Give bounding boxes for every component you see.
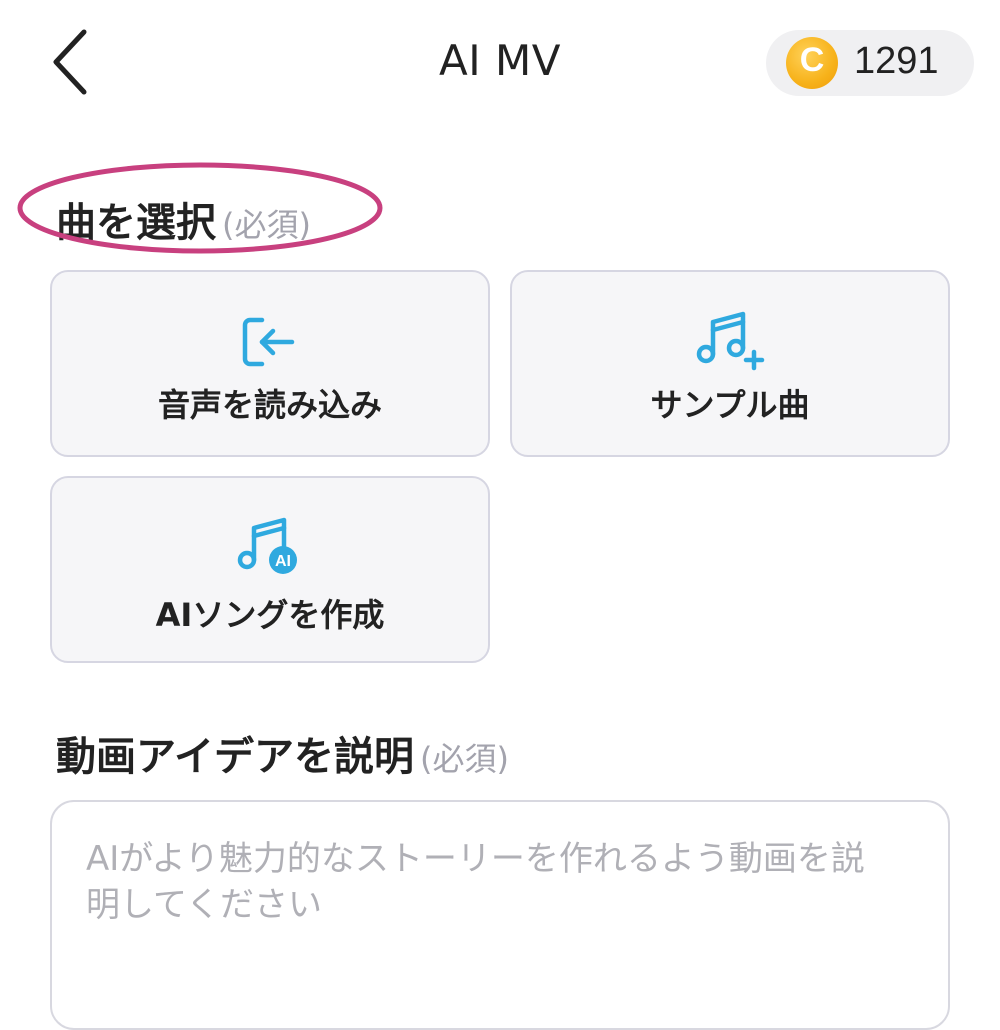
idea-section-title: 動画アイデアを説明 (必須) (56, 724, 509, 782)
idea-required-label: (必須) (420, 740, 509, 778)
music-note-ai-icon: AI (237, 517, 297, 574)
video-idea-input[interactable]: AIがより魅力的なストーリーを作れるよう動画を説明してください (50, 800, 950, 1030)
video-idea-placeholder: AIがより魅力的なストーリーを作れるよう動画を説明してください (86, 839, 865, 925)
song-required-label: (必須) (222, 206, 311, 244)
coin-icon: C (786, 37, 838, 89)
song-section-title: 曲を選択 (必須) (56, 190, 311, 248)
sample-songs-label: サンプル曲 (650, 386, 810, 424)
music-note-plus-icon (696, 311, 765, 371)
coin-balance[interactable]: C 1291 (766, 30, 974, 96)
coin-icon-letter: C (799, 41, 825, 79)
import-audio-label: 音声を読み込み (157, 386, 382, 424)
header-bar: AI MV C 1291 (0, 0, 1000, 125)
sample-songs-button[interactable]: サンプル曲 (510, 270, 950, 457)
import-audio-icon (242, 317, 295, 367)
import-audio-button[interactable]: 音声を読み込み (50, 270, 490, 457)
idea-section-title-text: 動画アイデアを説明 (56, 734, 414, 780)
coin-count: 1291 (854, 40, 939, 82)
ai-badge-text: AI (275, 553, 291, 570)
create-ai-song-label: AIソングを作成 (155, 596, 385, 634)
create-ai-song-button[interactable]: AI AIソングを作成 (50, 476, 490, 663)
song-section-title-text: 曲を選択 (56, 200, 216, 246)
